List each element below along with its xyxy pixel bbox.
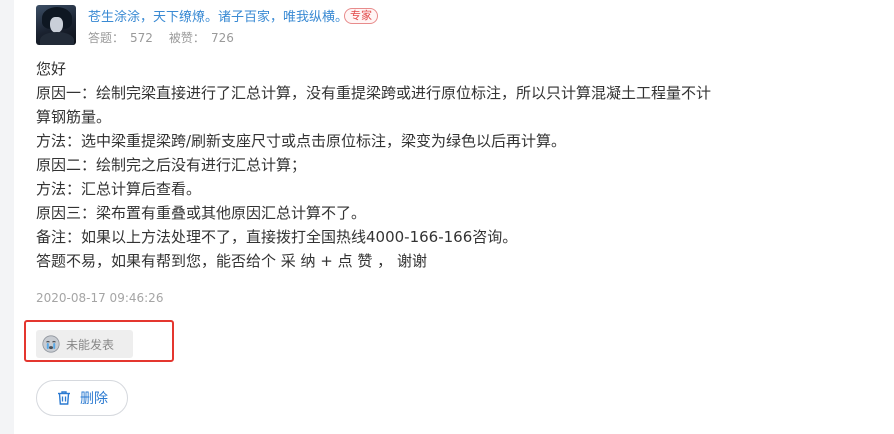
answer-line: 原因二：绘制完之后没有进行汇总计算； — [36, 156, 307, 174]
answer-content: 您好 原因一：绘制完梁直接进行了汇总计算，没有重提梁跨或进行原位标注，所以只计算… — [36, 57, 816, 273]
answer-line: 方法：汇总计算后查看。 — [36, 180, 202, 198]
answer-line: 原因一：绘制完梁直接进行了汇总计算，没有重提梁跨或进行原位标注，所以只计算混凝土… — [36, 84, 712, 102]
expert-badge: 专家 — [344, 8, 378, 24]
left-margin-strip — [0, 0, 14, 434]
answers-count: 572 — [130, 31, 153, 45]
answer-line: 您好 — [36, 60, 67, 78]
trash-icon — [56, 390, 72, 406]
crying-face-icon — [42, 335, 60, 353]
likes-count: 726 — [210, 31, 234, 45]
delete-button[interactable]: 删除 — [36, 380, 128, 416]
answer-timestamp: 2020-08-17 09:46:26 — [36, 291, 164, 305]
answer-line: 备注：如果以上方法处理不了，直接拨打全国热线4000-166-166咨询。 — [36, 228, 518, 246]
delete-label: 删除 — [80, 391, 108, 407]
answer-line: 原因三：梁布置有重叠或其他原因汇总计算不了。 — [36, 204, 367, 222]
not-published-label: 未能发表 — [66, 337, 115, 352]
user-stats: 答题： 572 被赞： 726 — [88, 29, 250, 46]
answer-line: 答题不易，如果有帮到您，能否给个 采 纳 + 点 赞 ， 谢谢 — [36, 252, 427, 270]
username-link[interactable]: 苍生涂涂，天下缭燎。诸子百家，唯我纵横。 — [88, 6, 348, 25]
avatar[interactable] — [36, 5, 76, 45]
likes-label: 被赞： — [168, 31, 205, 45]
not-published-status: 未能发表 — [36, 330, 133, 358]
answer-line: 方法：选中梁重提梁跨/刷新支座尺寸或点击原位标注，梁变为绿色以后再计算。 — [36, 132, 567, 150]
avatar-face — [50, 17, 63, 33]
answer-line: 算钢筋量。 — [36, 108, 112, 126]
answers-label: 答题： — [88, 31, 125, 45]
avatar-body — [40, 32, 74, 45]
